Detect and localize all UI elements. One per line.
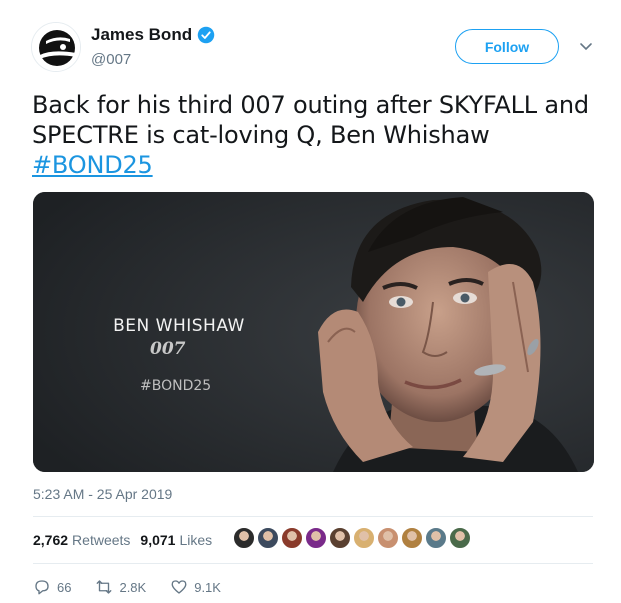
- retweets-label[interactable]: Retweets: [72, 532, 130, 548]
- liker-avatar[interactable]: [281, 527, 303, 549]
- tweet-body: Back for his third 007 outing after SKYF…: [32, 91, 589, 149]
- liker-avatar[interactable]: [401, 527, 423, 549]
- liker-avatars: [233, 527, 471, 549]
- hashtag-link[interactable]: #BOND25: [32, 151, 153, 179]
- like-button[interactable]: 9.1K: [170, 578, 221, 596]
- retweet-action-count: 2.8K: [119, 579, 147, 595]
- media-007-logo: 007: [150, 339, 186, 359]
- media-title: BEN WHISHAW: [113, 316, 245, 336]
- liker-avatar[interactable]: [377, 527, 399, 549]
- reply-count: 66: [57, 579, 72, 595]
- liker-avatar[interactable]: [305, 527, 327, 549]
- tweet-timestamp[interactable]: 5:23 AM - 25 Apr 2019: [33, 486, 172, 502]
- engagement-stats: 2,762 Retweets 9,071 Likes: [33, 532, 222, 548]
- heart-icon: [171, 580, 187, 594]
- reply-button[interactable]: 66: [33, 578, 71, 596]
- verified-badge-icon: [197, 26, 215, 44]
- author-name-text: James Bond: [91, 25, 193, 44]
- retweet-count[interactable]: 2,762: [33, 532, 68, 548]
- tweet-card: James Bond @007 Follow Back for his thir…: [0, 0, 621, 603]
- author-name[interactable]: James Bond: [91, 25, 215, 45]
- liker-avatar[interactable]: [233, 527, 255, 549]
- follow-button[interactable]: Follow: [455, 29, 559, 64]
- liker-avatar[interactable]: [353, 527, 375, 549]
- tweet-actions: 66 2.8K 9.1K: [33, 578, 245, 596]
- liker-avatar[interactable]: [257, 527, 279, 549]
- divider: [33, 563, 593, 564]
- retweet-button[interactable]: 2.8K: [95, 578, 146, 596]
- like-count[interactable]: 9,071: [140, 532, 175, 548]
- liker-avatar[interactable]: [425, 527, 447, 549]
- divider: [33, 516, 593, 517]
- retweet-icon: [97, 580, 112, 594]
- author-handle[interactable]: @007: [91, 51, 131, 68]
- author-avatar[interactable]: [31, 22, 81, 72]
- likes-label[interactable]: Likes: [179, 532, 212, 548]
- like-action-count: 9.1K: [194, 579, 221, 595]
- liker-avatar[interactable]: [329, 527, 351, 549]
- media-hashtag: #BOND25: [140, 378, 212, 394]
- tweet-text: Back for his third 007 outing after SKYF…: [32, 90, 602, 180]
- liker-avatar[interactable]: [449, 527, 471, 549]
- chevron-down-icon[interactable]: [578, 38, 594, 54]
- reply-icon: [35, 580, 49, 595]
